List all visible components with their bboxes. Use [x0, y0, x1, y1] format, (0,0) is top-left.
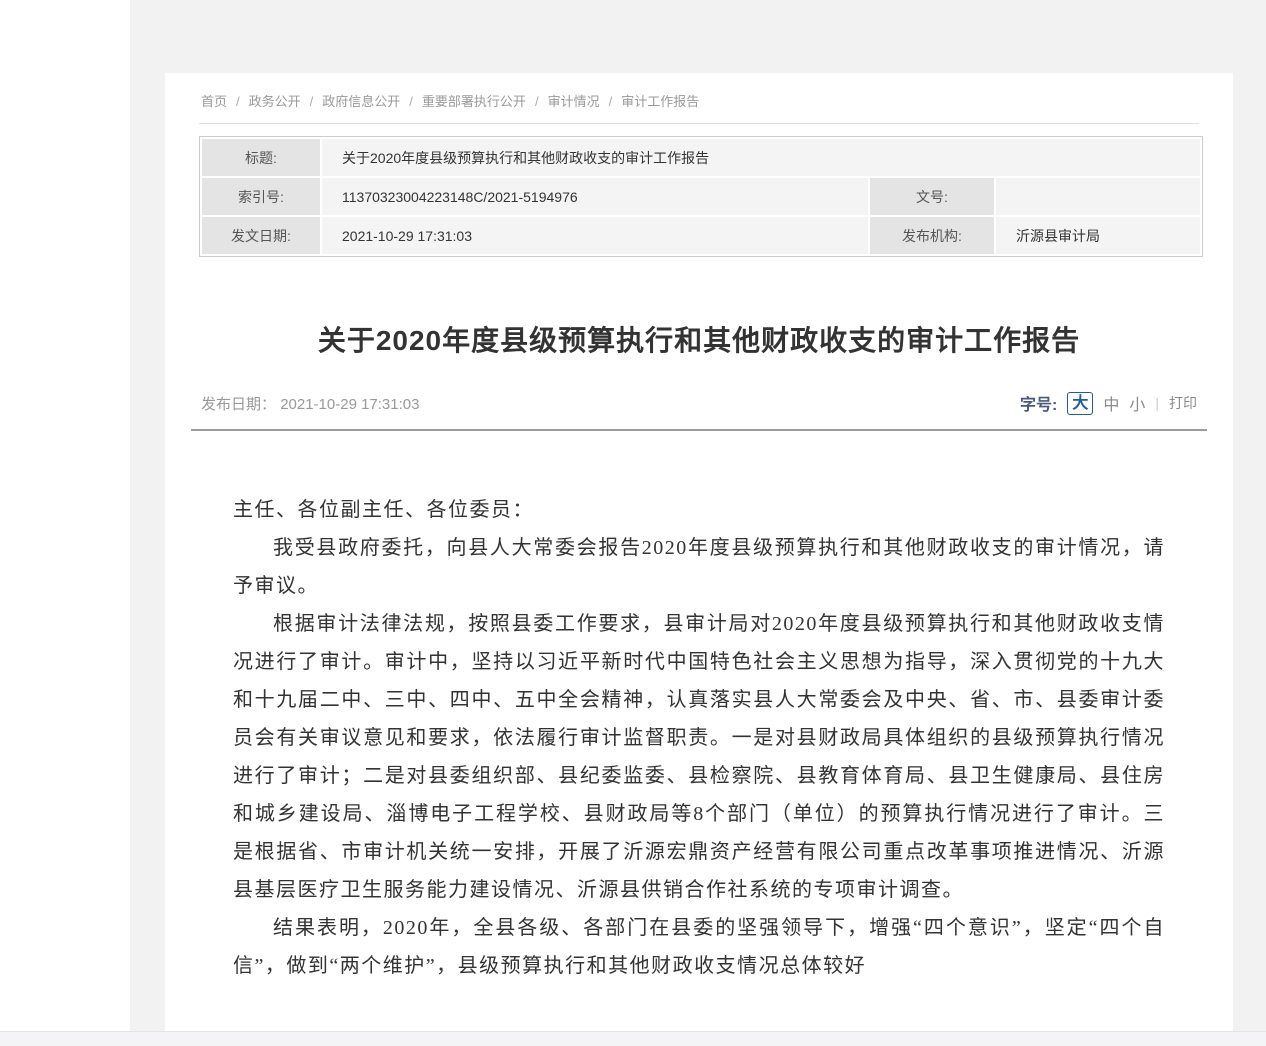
breadcrumb-separator: / [310, 94, 314, 109]
font-size-small-button[interactable]: 小 [1129, 391, 1145, 415]
breadcrumb-item-audit-status[interactable]: 审计情况 [548, 94, 600, 109]
article-paragraph: 结果表明，2020年，全县各级、各部门在县委的坚强领导下，增强“四个意识”，坚定… [233, 909, 1165, 985]
table-row: 标题: 关于2020年度县级预算执行和其他财政收支的审计工作报告 [202, 139, 1200, 176]
breadcrumb-item-audit-report[interactable]: 审计工作报告 [621, 94, 699, 109]
breadcrumb-item-home[interactable]: 首页 [201, 94, 227, 109]
content-card: 首页 / 政务公开 / 政府信息公开 / 重要部署执行公开 / 审计情况 / 审计工作报告 标题: … [165, 73, 1233, 1046]
meta-index-value: 11370323004223148C/2021-5194976 [322, 178, 868, 215]
meta-docnum-value [996, 178, 1200, 215]
publish-date-value: 2021-10-29 17:31:03 [280, 396, 419, 413]
article-paragraph: 根据审计法律法规，按照县委工作要求，县审计局对2020年度县级预算执行和其他财政… [233, 605, 1165, 909]
meta-docnum-label: 文号: [870, 178, 994, 215]
table-row: 索引号: 11370323004223148C/2021-5194976 文号: [202, 178, 1200, 215]
breadcrumb-item-deployment[interactable]: 重要部署执行公开 [422, 94, 526, 109]
breadcrumb-separator: / [409, 94, 413, 109]
article-info-bar: 发布日期： 2021-10-29 17:31:03 字号: 大 中 小 | 打印 [199, 391, 1199, 415]
controls-divider: | [1155, 395, 1159, 411]
font-size-label: 字号: [1020, 391, 1057, 415]
breadcrumb-item-gov-affairs[interactable]: 政务公开 [249, 94, 301, 109]
breadcrumb-item-gov-info[interactable]: 政府信息公开 [322, 94, 400, 109]
meta-index-label: 索引号: [202, 178, 320, 215]
publish-date: 发布日期： 2021-10-29 17:31:03 [201, 393, 419, 414]
meta-date-label: 发文日期: [202, 217, 320, 254]
meta-agency-value: 沂源县审计局 [996, 217, 1200, 254]
left-margin-strip [0, 0, 130, 1046]
header-divider [191, 429, 1207, 431]
font-size-large-button[interactable]: 大 [1067, 392, 1093, 415]
meta-title-value: 关于2020年度县级预算执行和其他财政收支的审计工作报告 [322, 139, 1200, 176]
breadcrumb-separator: / [236, 94, 240, 109]
meta-title-label: 标题: [202, 139, 320, 176]
table-row: 发文日期: 2021-10-29 17:31:03 发布机构: 沂源县审计局 [202, 217, 1200, 254]
meta-agency-label: 发布机构: [870, 217, 994, 254]
footer-strip [0, 1031, 1266, 1046]
article-paragraph: 我受县政府委托，向县人大常委会报告2020年度县级预算执行和其他财政收支的审计情… [233, 529, 1165, 605]
meta-date-value: 2021-10-29 17:31:03 [322, 217, 868, 254]
breadcrumb: 首页 / 政务公开 / 政府信息公开 / 重要部署执行公开 / 审计情况 / 审计工作报告 [199, 73, 1199, 124]
breadcrumb-separator: / [535, 94, 539, 109]
article-paragraph: 主任、各位副主任、各位委员： [233, 491, 1165, 529]
font-size-medium-button[interactable]: 中 [1103, 391, 1119, 415]
article-body: 主任、各位副主任、各位委员： 我受县政府委托，向县人大常委会报告2020年度县级… [199, 491, 1199, 985]
print-button[interactable]: 打印 [1169, 393, 1197, 413]
document-meta-table: 标题: 关于2020年度县级预算执行和其他财政收支的审计工作报告 索引号: 11… [199, 136, 1203, 257]
breadcrumb-separator: / [609, 94, 613, 109]
publish-date-label: 发布日期： [201, 396, 276, 413]
font-size-controls: 字号: 大 中 小 | 打印 [1020, 391, 1197, 415]
page-title: 关于2020年度县级预算执行和其他财政收支的审计工作报告 [199, 319, 1199, 359]
